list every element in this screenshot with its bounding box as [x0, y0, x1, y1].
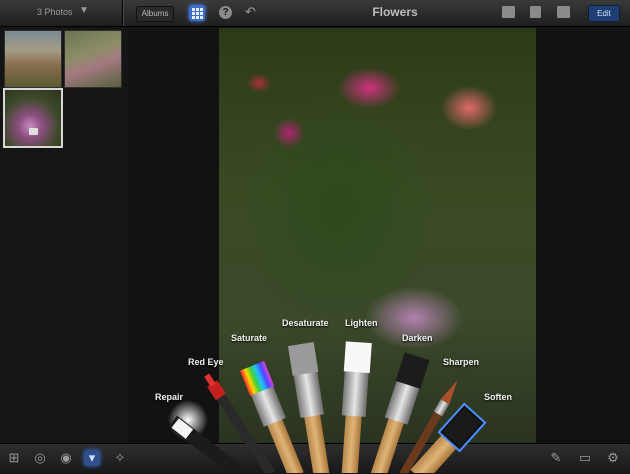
brush-label-lighten[interactable]: Lighten — [345, 318, 378, 328]
brush-label-desaturate[interactable]: Desaturate — [282, 318, 329, 328]
brush-fan — [168, 341, 487, 473]
brush-label-repair[interactable]: Repair — [155, 392, 183, 402]
brush-label-darken[interactable]: Darken — [402, 333, 433, 343]
lighten-brush[interactable] — [337, 341, 372, 473]
brush-label-red-eye[interactable]: Red Eye — [188, 357, 224, 367]
soften-brush[interactable] — [407, 402, 487, 473]
brush-label-soften[interactable]: Soften — [484, 392, 512, 402]
brush-label-saturate[interactable]: Saturate — [231, 333, 267, 343]
brush-label-sharpen[interactable]: Sharpen — [443, 357, 479, 367]
darken-brush[interactable] — [366, 352, 430, 473]
